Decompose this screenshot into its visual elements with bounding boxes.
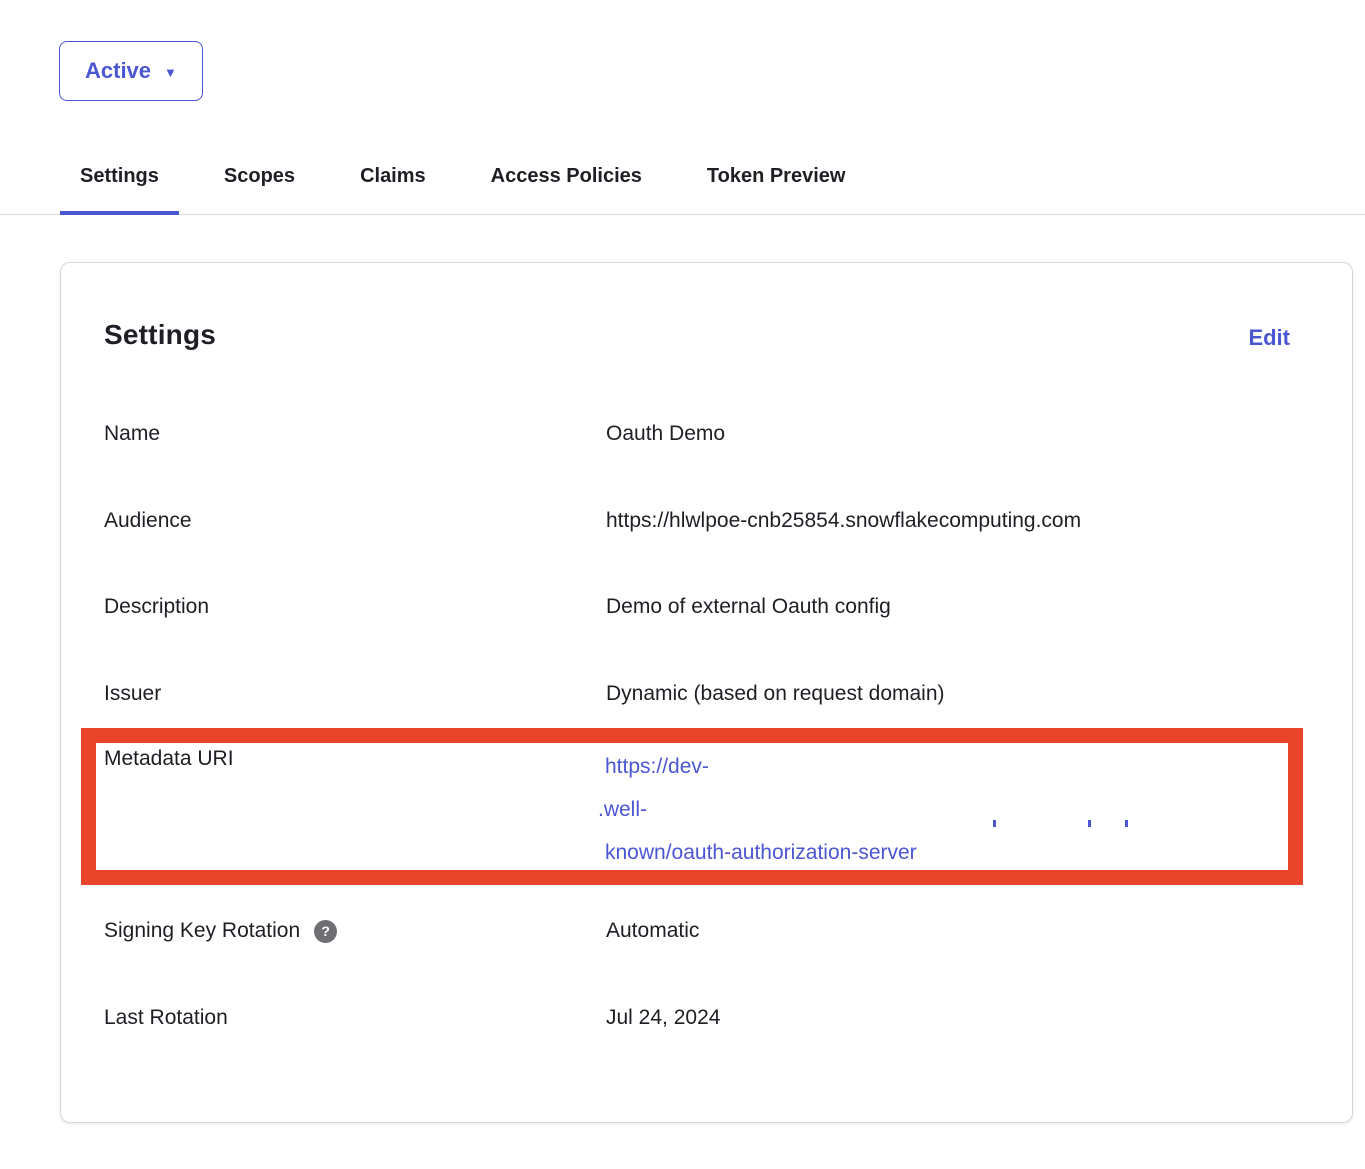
status-label: Active <box>85 58 151 84</box>
tab-settings[interactable]: Settings <box>60 158 179 215</box>
field-label: Audience <box>104 507 192 535</box>
question-mark-help-icon[interactable]: ? <box>314 920 337 943</box>
caret-down-icon: ▼ <box>164 64 177 79</box>
tab-scopes[interactable]: Scopes <box>204 158 315 215</box>
field-label-metadata-uri: Metadata URI <box>104 747 234 771</box>
tab-access-policies[interactable]: Access Policies <box>471 158 662 215</box>
field-value: https://hlwlpoe-cnb25854.snowflakecomput… <box>606 507 1081 535</box>
field-label: Issuer <box>104 680 161 708</box>
edit-link[interactable]: Edit <box>1248 325 1290 351</box>
field-label: Signing Key Rotation ? <box>104 917 337 945</box>
annotation-highlight-box: Metadata URI https://dev- .well- known/o… <box>81 728 1303 885</box>
field-value: Oauth Demo <box>606 420 725 448</box>
metadata-uri-line3: known/oauth-authorization-server <box>605 831 1295 874</box>
field-value: Jul 24, 2024 <box>606 1004 720 1032</box>
redacted-text-descender <box>993 820 996 827</box>
field-value: Automatic <box>606 917 699 945</box>
field-label: Name <box>104 420 160 448</box>
field-value: Demo of external Oauth config <box>606 593 891 621</box>
metadata-uri-line1: https://dev- <box>605 745 1295 788</box>
field-value: Dynamic (based on request domain) <box>606 680 945 708</box>
field-label: Description <box>104 593 209 621</box>
status-dropdown-button[interactable]: Active ▼ <box>59 41 203 101</box>
card-title: Settings <box>104 319 216 351</box>
redacted-text-descender <box>1125 820 1128 827</box>
metadata-uri-line2-suffix: .well- <box>598 798 647 821</box>
field-label: Last Rotation <box>104 1004 228 1032</box>
metadata-uri-line2: .well- <box>605 788 1295 831</box>
settings-card: Settings Edit Name Oauth Demo Audience h… <box>60 262 1353 1123</box>
field-label-text: Signing Key Rotation <box>104 917 300 945</box>
tab-bar: Settings Scopes Claims Access Policies T… <box>0 158 1365 215</box>
metadata-uri-link[interactable]: https://dev- .well- known/oauth-authoriz… <box>605 745 1295 874</box>
tab-token-preview[interactable]: Token Preview <box>687 158 866 215</box>
tab-claims[interactable]: Claims <box>340 158 446 215</box>
redacted-text-descender <box>1088 820 1091 827</box>
